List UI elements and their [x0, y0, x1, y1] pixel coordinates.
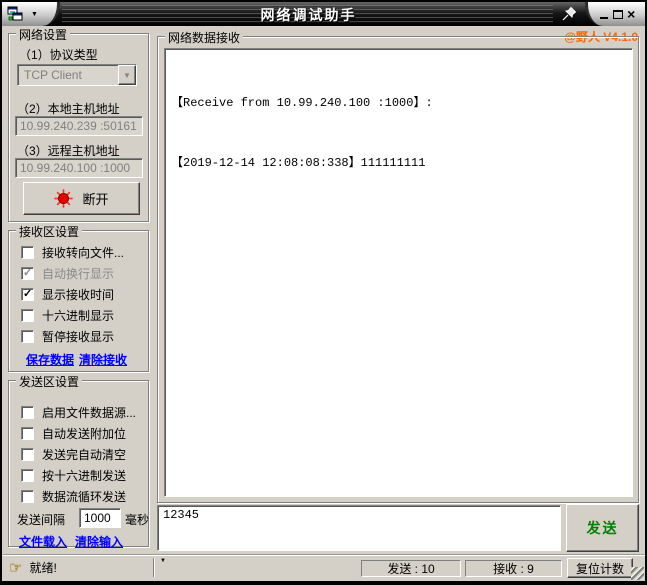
send-input[interactable]: 12345 [157, 505, 561, 551]
group-network-settings: 网络设置 （1）协议类型 TCP Client ▼ （2）本地主机地址 （3）远… [8, 26, 149, 222]
checkbox-row-loop-send[interactable]: 数据流循环发送 [21, 489, 127, 504]
send-button-label: 发送 [586, 520, 619, 536]
checkbox-row-file-source[interactable]: 启用文件数据源... [21, 405, 137, 420]
local-address-label: （2）本地主机地址 [17, 102, 120, 116]
window-frame: ▼ 网络调试助手 × 网络设置 （1）协议类型 TCP Client ▼ （2）… [2, 2, 645, 581]
checkbox[interactable] [21, 426, 34, 440]
send-button[interactable]: 发送 [566, 504, 639, 552]
save-data-link[interactable]: 保存数据 [26, 351, 74, 368]
group-title-receive: 接收区设置 [16, 223, 83, 240]
clear-input-link[interactable]: 清除输入 [75, 533, 123, 550]
group-network-data-receive: 网络数据接收 【Receive from 10.99.240.100 :1000… [157, 29, 639, 503]
clear-receive-link[interactable]: 清除接收 [79, 351, 127, 368]
resize-grip[interactable] [631, 567, 644, 580]
disconnect-button[interactable]: 断开 [23, 182, 140, 215]
close-button[interactable]: × [624, 6, 638, 22]
checkbox[interactable] [21, 245, 34, 259]
interval-input[interactable] [79, 508, 121, 528]
maximize-button[interactable] [611, 6, 625, 22]
checkbox-label: 十六进制显示 [42, 308, 115, 323]
interval-unit-label: 毫秒 [125, 513, 150, 527]
checkbox[interactable] [21, 329, 34, 343]
checkbox-row-auto-append[interactable]: 自动发送附加位 [21, 426, 127, 441]
recv-count-panel: 接收 : 9 [465, 560, 562, 577]
send-count-panel: 发送 : 10 [361, 560, 461, 577]
local-address-input [15, 116, 143, 136]
reset-count-button[interactable]: 复位计数 [567, 558, 633, 578]
titlebar-menu-arrow-icon[interactable]: ▼ [31, 11, 38, 18]
checkbox[interactable] [21, 468, 34, 482]
red-led-icon [54, 189, 74, 208]
checkbox-label: 接收转向文件... [42, 245, 125, 260]
group-receive-settings: 接收区设置 接收转向文件... 自动换行显示 显示接收时间 十六进制显示 暂停接… [8, 223, 149, 372]
checkbox[interactable] [21, 287, 34, 301]
titlebar[interactable]: ▼ 网络调试助手 × [2, 2, 645, 26]
status-ready: ☞ 就绪! [9, 559, 57, 576]
checkbox-label: 发送完自动清空 [42, 447, 127, 462]
app-window: ▼ 网络调试助手 × 网络设置 （1）协议类型 TCP Client ▼ （2）… [0, 0, 647, 585]
maximize-icon [612, 9, 623, 19]
checkbox-row-auto-clear[interactable]: 发送完自动清空 [21, 447, 127, 462]
group-send-settings: 发送区设置 启用文件数据源... 自动发送附加位 发送完自动清空 按十六进制发送… [8, 373, 150, 550]
recv-count-text: 接收 : 9 [493, 562, 534, 576]
receive-line: 【Receive from 10.99.240.100 :1000】: [171, 96, 433, 110]
remote-address-input [15, 158, 143, 178]
group-title-data-receive: 网络数据接收 [165, 29, 244, 46]
interval-label: 发送间隔 [17, 513, 66, 527]
checkbox-row-hex-display[interactable]: 十六进制显示 [21, 308, 115, 323]
checkbox-row-show-time[interactable]: 显示接收时间 [21, 287, 115, 302]
receive-line: 【2019-12-14 12:08:08:338】111111111 [171, 156, 426, 170]
protocol-select: TCP Client ▼ [17, 64, 137, 86]
checkbox-label: 自动换行显示 [42, 266, 115, 281]
disconnect-button-label: 断开 [82, 192, 109, 207]
checkbox-row-auto-wrap: 自动换行显示 [21, 266, 115, 281]
pin-icon[interactable] [561, 6, 577, 22]
titlebar-left-cap: ▼ [2, 2, 60, 26]
group-title-network: 网络设置 [16, 26, 71, 43]
splitter-arrow-icon[interactable]: ▼ [160, 558, 166, 564]
checkbox-label: 显示接收时间 [42, 287, 115, 302]
checkbox-row-send-hex[interactable]: 按十六进制发送 [21, 468, 127, 483]
checkbox [21, 266, 34, 280]
send-count-text: 发送 : 10 [387, 562, 435, 576]
checkbox-label: 按十六进制发送 [42, 468, 127, 483]
checkbox-label: 暂停接收显示 [42, 329, 115, 344]
chevron-down-icon: ▼ [118, 65, 136, 85]
checkbox[interactable] [21, 405, 34, 419]
receive-display[interactable]: 【Receive from 10.99.240.100 :1000】: 【201… [164, 48, 633, 497]
checkbox-label: 数据流循环发送 [42, 489, 127, 504]
window-title: 网络调试助手 [260, 7, 357, 23]
checkbox[interactable] [21, 447, 34, 461]
checkbox-row-pause-display[interactable]: 暂停接收显示 [21, 329, 115, 344]
load-file-link[interactable]: 文件载入 [19, 533, 67, 550]
protocol-value: TCP Client [24, 68, 82, 82]
statusbar: ☞ 就绪! ▼ 发送 : 10 接收 : 9 复位计数 [2, 554, 645, 581]
close-icon: × [627, 6, 636, 22]
remote-address-label: （3）远程主机地址 [17, 144, 120, 158]
checkbox[interactable] [21, 489, 34, 503]
checkbox-row-receive-to-file[interactable]: 接收转向文件... [21, 245, 125, 260]
checkbox-label: 自动发送附加位 [42, 426, 127, 441]
group-title-send: 发送区设置 [16, 373, 83, 390]
checkbox-label: 启用文件数据源... [42, 405, 137, 420]
pointing-hand-icon: ☞ [9, 559, 23, 576]
app-icon[interactable] [7, 6, 23, 22]
checkbox[interactable] [21, 308, 34, 322]
protocol-label: （1）协议类型 [19, 48, 98, 62]
reset-count-label: 复位计数 [575, 561, 624, 576]
minimize-icon [599, 17, 608, 19]
status-ready-text: 就绪! [29, 561, 57, 575]
status-divider [153, 558, 155, 577]
minimize-button[interactable] [597, 6, 611, 22]
titlebar-right-cap: × [585, 2, 645, 26]
